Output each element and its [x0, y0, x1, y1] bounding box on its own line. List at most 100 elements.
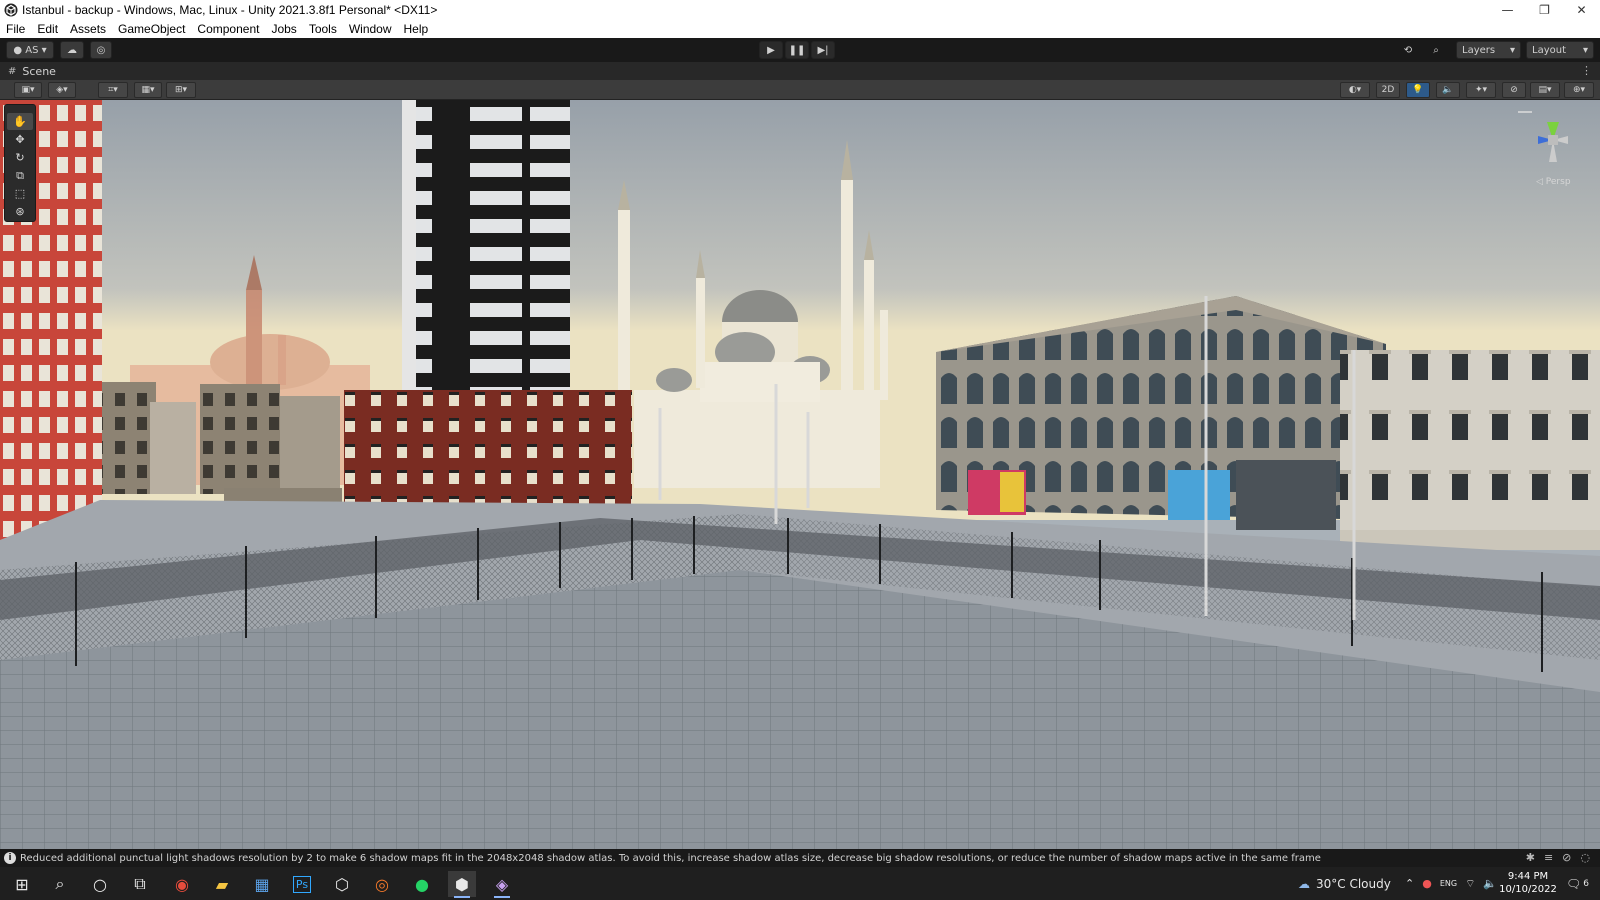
menu-gameobject[interactable]: GameObject [118, 22, 185, 36]
windows-logo-icon: ⊞ [15, 874, 29, 894]
lighting-toggle[interactable]: 💡 [1406, 82, 1430, 98]
taskbar-visual-studio[interactable]: ◈ [488, 871, 516, 898]
taskbar-photoshop[interactable]: Ps [288, 871, 316, 897]
grid-visibility-toggle[interactable]: ▦▾ [134, 82, 162, 98]
move-tool[interactable]: ✥ [7, 131, 33, 148]
task-view-button[interactable]: ⧉ [126, 871, 154, 897]
gizmos-dropdown[interactable]: ⊕▾ [1564, 82, 1594, 98]
scene-tab-label: Scene [22, 64, 56, 78]
whatsapp-icon: ● [415, 874, 429, 894]
console-status-bar[interactable]: i Reduced additional punctual light shad… [0, 849, 1600, 867]
taskbar-chrome[interactable]: ◉ [168, 871, 196, 897]
snap-grid-toggle[interactable]: ⌗▾ [98, 82, 128, 98]
taskbar-whatsapp[interactable]: ● [408, 871, 436, 897]
windows-taskbar: ⊞ ⌕ ○ ⧉ ◉ ▰ ▦ Ps ⬡ ◎ ● ⬢ ◈ ☁ 30°C Cloudy… [0, 867, 1600, 900]
restore-button[interactable]: ❐ [1526, 0, 1563, 20]
camera-settings-dropdown[interactable]: ▤▾ [1530, 82, 1560, 98]
pause-button[interactable]: ❚❚ [785, 41, 809, 59]
task-view-icon: ⧉ [134, 874, 146, 893]
antivirus-icon[interactable]: ● [1422, 877, 1432, 890]
notification-center[interactable]: 🗨 6 [1566, 867, 1589, 900]
2d-mode-toggle[interactable]: 2D [1376, 82, 1400, 98]
search-button[interactable]: ⌕ [1425, 41, 1447, 59]
title-bar: Istanbul - backup - Windows, Mac, Linux … [0, 0, 1600, 20]
taskbar-unity-hub[interactable]: ⬡ [328, 871, 356, 897]
taskbar-blender[interactable]: ◎ [368, 871, 396, 897]
step-button[interactable]: ▶| [811, 41, 835, 59]
menu-window[interactable]: Window [349, 22, 392, 36]
menu-jobs[interactable]: Jobs [271, 22, 296, 36]
cloud-button[interactable]: ☁ [60, 41, 84, 59]
close-button[interactable]: ✕ [1563, 0, 1600, 20]
transform-tool[interactable]: ⊛ [7, 203, 33, 220]
wifi-icon[interactable]: ⌔ [1465, 877, 1475, 891]
menu-component[interactable]: Component [197, 22, 259, 36]
cortana-button[interactable]: ○ [86, 871, 114, 897]
rotate-icon: ↻ [15, 151, 25, 164]
scene-viewport[interactable]: ◁ Persp [0, 100, 1600, 849]
history-icon: ⟲ [1403, 44, 1413, 56]
store-icon: ▦ [254, 874, 270, 894]
visual-studio-icon: ◈ [495, 874, 509, 894]
scale-tool[interactable]: ⧉ [7, 167, 33, 184]
draw-mode-dropdown[interactable]: ▣▾ [14, 82, 42, 98]
taskbar-clock[interactable]: 9:44 PM 10/10/2022 [1498, 870, 1558, 896]
move-icon: ✥ [15, 133, 25, 146]
bug-icon[interactable]: ✱ [1526, 851, 1535, 864]
volume-icon[interactable]: 🔈 [1483, 877, 1497, 890]
tab-scene[interactable]: # Scene [0, 65, 56, 78]
layout-dropdown[interactable]: Layout ▾ [1526, 41, 1594, 59]
effects-dropdown[interactable]: ✦▾ [1466, 82, 1496, 98]
system-tray: ⌃ ● ENG ⌔ 🔈 [1405, 867, 1497, 900]
progress-icon[interactable]: ◌ [1580, 851, 1590, 864]
weather-widget[interactable]: ☁ 30°C Cloudy [1298, 867, 1391, 900]
hand-tool[interactable]: ✋ [7, 113, 33, 130]
start-button[interactable]: ⊞ [8, 871, 36, 897]
taskbar-file-explorer[interactable]: ▰ [208, 871, 236, 897]
window-title: Istanbul - backup - Windows, Mac, Linux … [22, 3, 438, 17]
no-sign-icon[interactable]: ⊘ [1562, 851, 1571, 864]
taskbar-unity-editor[interactable]: ⬢ [448, 871, 476, 898]
account-dropdown[interactable]: ● AS ▾ [6, 41, 54, 59]
more-options-icon[interactable]: ⋮ [1581, 64, 1592, 77]
hand-icon: ✋ [13, 115, 27, 128]
view-options-dropdown[interactable]: ◈▾ [48, 82, 76, 98]
layers-dropdown[interactable]: Layers ▾ [1456, 41, 1521, 59]
keyboard-language-icon[interactable]: ENG [1440, 879, 1457, 888]
account-label: AS [25, 44, 39, 56]
clock-time: 9:44 PM [1507, 871, 1549, 882]
audio-toggle[interactable]: 🔈 [1436, 82, 1460, 98]
main-toolbar: ● AS ▾ ☁ ◎ ▶ ❚❚ ▶| ⟲ ⌕ Layers ▾ Layout ▾ [0, 38, 1600, 62]
menu-file[interactable]: File [6, 22, 25, 36]
chevron-up-icon[interactable]: ⌃ [1405, 877, 1414, 890]
shading-mode-dropdown[interactable]: ◐▾ [1340, 82, 1370, 98]
increment-snap-dropdown[interactable]: ⊞▾ [166, 82, 196, 98]
rect-tool[interactable]: ⬚ [7, 185, 33, 202]
pause-icon: ❚❚ [788, 44, 806, 56]
lightbulb-icon: 💡 [1412, 85, 1424, 95]
account-icon: ● [13, 44, 23, 56]
undo-history-button[interactable]: ⟲ [1397, 41, 1419, 59]
blender-icon: ◎ [375, 874, 389, 894]
notification-icon: 🗨 [1566, 876, 1582, 891]
menu-help[interactable]: Help [404, 22, 429, 36]
taskbar-search-button[interactable]: ⌕ [46, 871, 74, 897]
taskbar-store[interactable]: ▦ [248, 871, 276, 897]
scale-icon: ⧉ [16, 168, 24, 182]
transform-icon: ⊛ [15, 205, 25, 218]
menu-assets[interactable]: Assets [70, 22, 106, 36]
cache-icon[interactable]: ≡ [1544, 851, 1553, 864]
menu-tools[interactable]: Tools [309, 22, 337, 36]
collab-button[interactable]: ◎ [90, 41, 112, 59]
grid-icon: # [8, 65, 17, 77]
menu-edit[interactable]: Edit [37, 22, 58, 36]
orientation-gizmo[interactable]: ◁ Persp [1510, 110, 1596, 190]
rotate-tool[interactable]: ↻ [7, 149, 33, 166]
play-icon: ▶ [767, 44, 775, 56]
weather-text: 30°C Cloudy [1316, 876, 1391, 891]
minimize-button[interactable]: — [1489, 0, 1526, 20]
status-message: Reduced additional punctual light shadow… [20, 852, 1321, 864]
menu-bar: File Edit Assets GameObject Component Jo… [0, 20, 1600, 38]
play-button[interactable]: ▶ [759, 41, 783, 59]
hidden-objects-toggle[interactable]: ⊘ [1502, 82, 1526, 98]
